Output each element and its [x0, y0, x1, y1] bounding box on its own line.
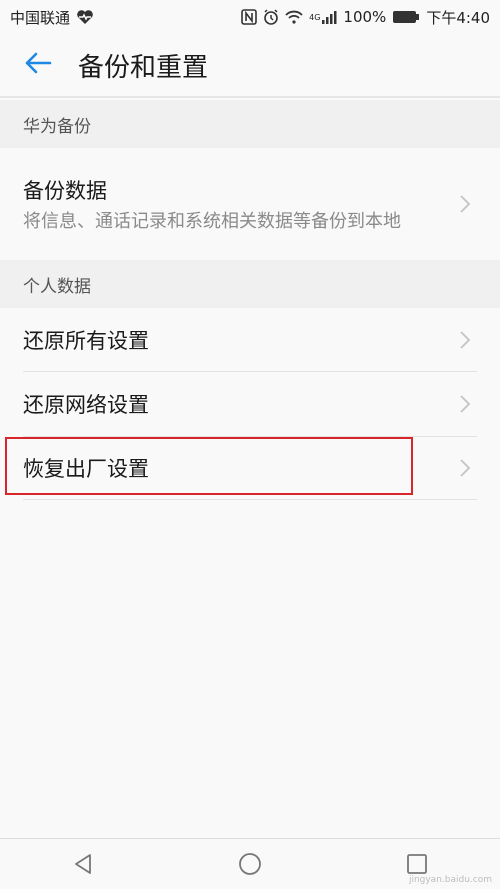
reset-network-settings-item[interactable]: 还原网络设置 [0, 372, 500, 436]
carrier-label: 中国联通 [10, 8, 71, 27]
heart-monitor-icon [76, 9, 94, 25]
battery-percent: 100% [343, 8, 387, 26]
app-bar: 备份和重置 [0, 34, 500, 98]
section-header-personal-data: 个人数据 [0, 260, 500, 308]
chevron-right-icon [460, 195, 471, 213]
nfc-icon [241, 9, 257, 25]
signal-icon: 4G [309, 10, 337, 24]
clock: 下午4:40 [426, 8, 490, 27]
page-title: 备份和重置 [78, 52, 209, 83]
reset-all-settings-label: 还原所有设置 [23, 328, 149, 353]
arrow-left-icon [24, 51, 52, 79]
backup-data-label: 备份数据 [23, 178, 107, 203]
backup-data-description: 将信息、通话记录和系统相关数据等备份到本地 [23, 210, 401, 232]
section-header-huawei-backup: 华为备份 [0, 100, 500, 148]
chevron-right-icon [460, 459, 471, 477]
alarm-icon [263, 9, 279, 25]
reset-all-settings-item[interactable]: 还原所有设置 [0, 308, 500, 371]
watermark: jingyan.baidu.com [408, 875, 492, 885]
chevron-right-icon [460, 395, 471, 413]
battery-icon [392, 10, 420, 24]
nav-home-button[interactable] [220, 844, 280, 884]
nav-back-button[interactable] [53, 844, 113, 884]
reset-network-settings-label: 还原网络设置 [23, 393, 149, 417]
factory-reset-item[interactable]: 恢复出厂设置 [0, 437, 500, 499]
back-button[interactable] [18, 45, 58, 85]
recents-square-icon [406, 854, 427, 874]
status-bar: 中国联通 4G 100% 下午4:40 [0, 0, 500, 34]
wifi-icon [285, 10, 303, 24]
chevron-right-icon [460, 330, 471, 349]
factory-reset-label: 恢复出厂设置 [23, 457, 149, 481]
divider [23, 499, 477, 500]
backup-data-item[interactable]: 备份数据 将信息、通话记录和系统相关数据等备份到本地 [0, 148, 500, 260]
back-triangle-icon [75, 854, 92, 874]
home-circle-icon [239, 853, 261, 875]
